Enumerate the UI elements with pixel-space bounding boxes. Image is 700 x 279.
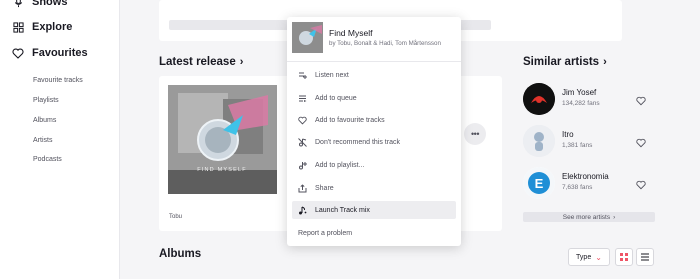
nav-explore-label: Explore bbox=[32, 21, 73, 33]
type-filter-dropdown[interactable]: Type ⌄ bbox=[568, 248, 610, 266]
nav-favourites-label: Favourites bbox=[32, 47, 88, 59]
chevron-right-icon: › bbox=[239, 56, 244, 68]
menu-track-header: Find Myself by Tobu, Bonalt & Hadi, Tom … bbox=[292, 22, 456, 53]
menu-track-artists: by Tobu, Bonalt & Hadi, Tom Mårtensson bbox=[329, 40, 441, 47]
svg-text:E: E bbox=[535, 176, 544, 191]
artist-name: Itro bbox=[562, 130, 574, 139]
sidebar-item-artists[interactable]: Artists bbox=[33, 137, 52, 144]
similar-artists-title: Similar artists bbox=[523, 56, 600, 68]
playlist-add-icon bbox=[298, 161, 307, 170]
menu-item-launch-track-mix[interactable]: Launch Track mix bbox=[292, 201, 456, 219]
grid-view-button[interactable] bbox=[615, 248, 633, 266]
albums-heading: Albums bbox=[159, 248, 201, 260]
menu-item-listen-next[interactable]: Listen next bbox=[292, 66, 456, 84]
release-artist[interactable]: Tobu bbox=[169, 214, 182, 220]
heart-icon[interactable] bbox=[636, 135, 647, 148]
artist-fans: 1,381 fans bbox=[562, 142, 593, 149]
menu-item-label: Add to queue bbox=[315, 94, 357, 102]
release-cover[interactable]: FIND MYSELF bbox=[168, 85, 277, 194]
microphone-icon bbox=[12, 0, 24, 8]
heart-icon bbox=[298, 116, 307, 125]
list-view-button[interactable] bbox=[636, 248, 654, 266]
track-mix-icon bbox=[298, 206, 307, 215]
latest-release-heading[interactable]: Latest release › bbox=[159, 56, 243, 68]
artist-row[interactable]: Jim Yosef 134,282 fans bbox=[523, 83, 655, 115]
avatar bbox=[523, 83, 555, 115]
avatar: E bbox=[523, 167, 555, 199]
heart-icon[interactable] bbox=[636, 177, 647, 190]
menu-item-label: Don't recommend this track bbox=[315, 138, 400, 146]
dont-recommend-icon bbox=[298, 137, 307, 147]
chevron-right-icon: › bbox=[603, 56, 607, 68]
see-more-label: See more artists bbox=[562, 213, 611, 221]
sidebar-item-playlists[interactable]: Playlists bbox=[33, 97, 59, 104]
cover-title-text: FIND MYSELF bbox=[197, 167, 247, 173]
listen-next-icon bbox=[298, 71, 307, 80]
avatar bbox=[523, 125, 555, 157]
see-more-artists-button[interactable]: See more artists › bbox=[523, 212, 655, 222]
menu-item-dont-recommend[interactable]: Don't recommend this track bbox=[292, 133, 456, 151]
menu-track-title: Find Myself bbox=[329, 28, 373, 38]
chevron-right-icon: › bbox=[613, 213, 616, 221]
sidebar-item-podcasts[interactable]: Podcasts bbox=[33, 156, 62, 163]
menu-item-label: Add to playlist... bbox=[315, 161, 365, 169]
menu-item-label: Launch Track mix bbox=[315, 206, 370, 214]
menu-item-label: Add to favourite tracks bbox=[315, 116, 385, 124]
type-filter-label: Type bbox=[576, 253, 592, 261]
artist-name: Jim Yosef bbox=[562, 88, 597, 97]
menu-item-add-to-playlist[interactable]: Add to playlist... bbox=[292, 156, 456, 174]
release-cover-art: FIND MYSELF bbox=[168, 85, 277, 194]
track-context-menu: Find Myself by Tobu, Bonalt & Hadi, Tom … bbox=[287, 17, 461, 246]
nav-shows[interactable]: Shows bbox=[12, 0, 67, 8]
menu-item-label: Listen next bbox=[315, 71, 349, 79]
artist-fans: 7,638 fans bbox=[562, 184, 593, 191]
heart-icon bbox=[12, 47, 24, 59]
list-icon bbox=[641, 248, 649, 266]
menu-item-label: Report a problem bbox=[298, 229, 353, 237]
queue-icon bbox=[298, 94, 307, 103]
menu-item-add-to-queue[interactable]: Add to queue bbox=[292, 89, 456, 107]
more-options-button[interactable]: ••• bbox=[464, 123, 486, 145]
nav-favourites[interactable]: Favourites bbox=[12, 47, 88, 59]
menu-item-label: Share bbox=[315, 184, 334, 192]
artist-name: Elektronomia bbox=[562, 172, 609, 181]
grid-icon bbox=[12, 21, 24, 33]
menu-item-report-problem[interactable]: Report a problem bbox=[292, 224, 456, 242]
chevron-down-icon: ⌄ bbox=[595, 252, 602, 262]
menu-item-add-to-favourites[interactable]: Add to favourite tracks bbox=[292, 111, 456, 129]
sidebar-item-albums[interactable]: Albums bbox=[33, 117, 56, 124]
grid-icon bbox=[620, 248, 628, 266]
more-dots-icon: ••• bbox=[471, 129, 479, 139]
latest-release-title: Latest release bbox=[159, 56, 236, 68]
heart-icon[interactable] bbox=[636, 93, 647, 106]
nav-explore[interactable]: Explore bbox=[12, 21, 72, 33]
menu-track-thumbnail bbox=[292, 22, 323, 53]
artist-row[interactable]: Itro 1,381 fans bbox=[523, 125, 655, 157]
artist-row[interactable]: E Elektronomia 7,638 fans bbox=[523, 167, 655, 199]
menu-divider bbox=[287, 61, 461, 62]
nav-shows-label: Shows bbox=[32, 0, 68, 8]
similar-artists-heading[interactable]: Similar artists › bbox=[523, 56, 607, 68]
artist-fans: 134,282 fans bbox=[562, 100, 600, 107]
sidebar-item-favourite-tracks[interactable]: Favourite tracks bbox=[33, 77, 83, 84]
albums-title: Albums bbox=[159, 248, 202, 260]
share-icon bbox=[298, 183, 307, 193]
sidebar: Shows Explore Favourites Favourite track… bbox=[0, 0, 120, 279]
menu-item-share[interactable]: Share bbox=[292, 179, 456, 197]
similar-artists-list: Jim Yosef 134,282 fans Itro 1,381 fans E… bbox=[523, 76, 655, 231]
